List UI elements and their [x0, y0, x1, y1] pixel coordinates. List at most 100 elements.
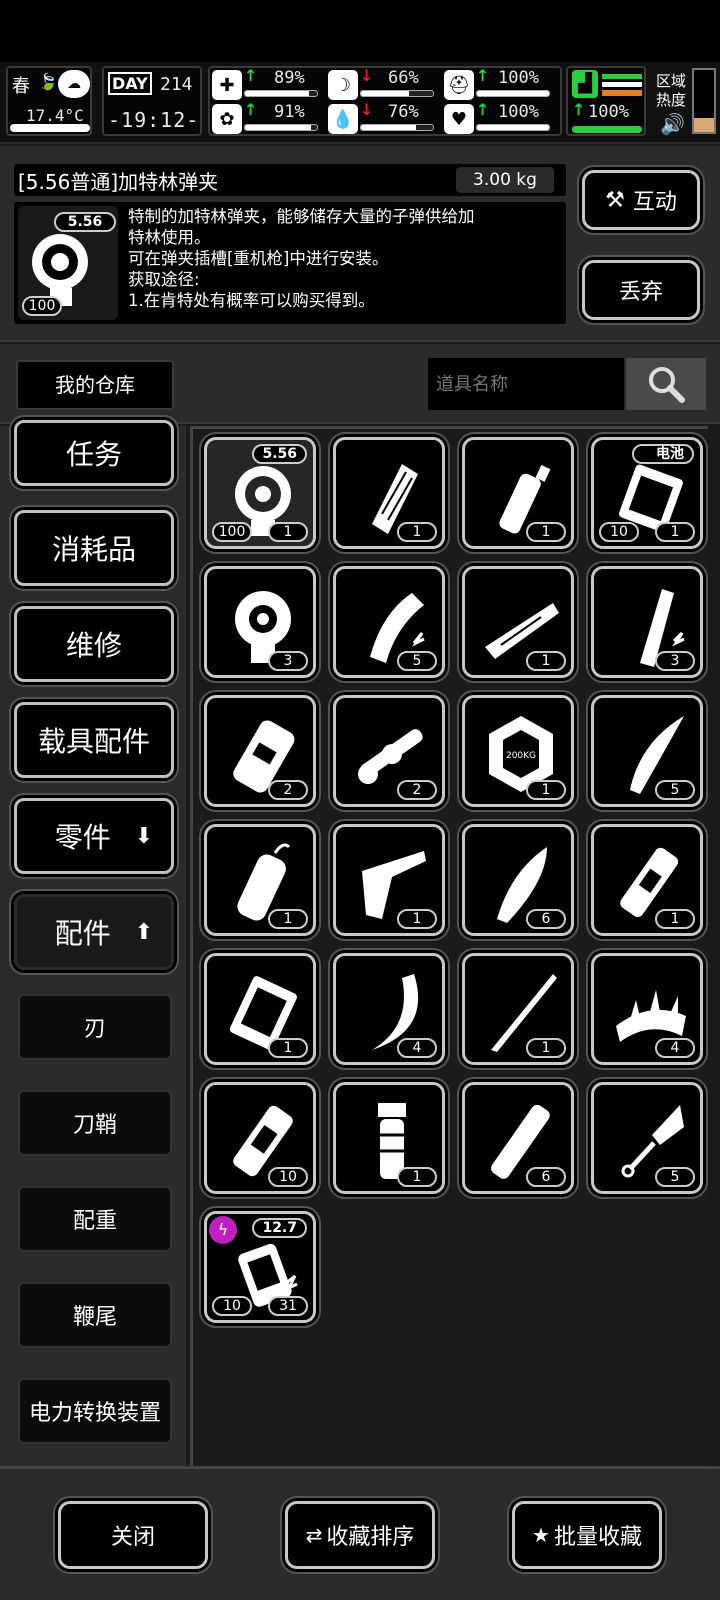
armor-value: 100%	[498, 68, 539, 88]
warehouse-tab[interactable]: 我的仓库	[16, 360, 174, 410]
trend-up-icon: ↑	[244, 100, 258, 119]
item-capacity: 10	[599, 522, 639, 542]
stomach-icon: ☽	[328, 70, 358, 100]
category-label: 配件	[54, 917, 111, 950]
category-consumables[interactable]: 消耗品	[14, 510, 174, 586]
subcategory-blade[interactable]: 刃	[18, 994, 172, 1060]
inventory-slot[interactable]: 1	[204, 953, 316, 1065]
inventory-slot[interactable]: 电池 10 1	[591, 437, 703, 549]
caliber-tag: 5.56	[252, 444, 307, 464]
mood-bar	[476, 124, 550, 131]
category-repair[interactable]: 维修	[14, 606, 174, 682]
inventory-slot[interactable]: 4	[591, 953, 703, 1065]
mood-value: 100%	[498, 102, 539, 122]
brain-icon: ✿	[212, 104, 242, 134]
inventory-slot[interactable]: 3	[204, 566, 316, 678]
category-attachments[interactable]: 配件 ⬆	[14, 894, 174, 970]
thirst-value: 76%	[388, 102, 419, 122]
inventory-slot[interactable]: 5	[591, 1082, 703, 1194]
speaker-icon[interactable]: 🔊	[660, 112, 685, 136]
item-preview: 5.56 100	[18, 206, 118, 320]
item-count: 1	[526, 651, 566, 671]
inventory-slot[interactable]: 5	[591, 695, 703, 807]
item-count: 6	[526, 909, 566, 929]
health-value: 89%	[274, 68, 305, 88]
mental-bar-fill	[245, 125, 311, 130]
item-description: 特制的加特林弹夹，能够储存大量的子弹供给加 特林使用。 可在弹夹插槽[重机枪]中…	[128, 206, 560, 311]
mental-bar	[244, 124, 318, 131]
favorite-sort-button[interactable]: ⇄ 收藏排序	[285, 1501, 435, 1569]
item-count: 10	[268, 1167, 308, 1187]
swap-arrows-icon: ⇄	[305, 1523, 323, 1547]
inventory-slot[interactable]: 1	[462, 566, 574, 678]
inventory-slot[interactable]: 2	[204, 695, 316, 807]
health-bar	[244, 90, 318, 97]
inventory-slot[interactable]: 1	[333, 824, 445, 936]
inventory-slot[interactable]: 4	[333, 953, 445, 1065]
preview-count: 100	[22, 296, 62, 316]
discard-label: 丢弃	[618, 280, 663, 305]
caliber-tag: 12.7	[252, 1218, 307, 1238]
trend-down-icon: ↓	[360, 100, 374, 119]
batch-favorite-button[interactable]: ★ 批量收藏	[512, 1501, 662, 1569]
star-icon: ★	[532, 1523, 550, 1547]
category-label: 任务	[65, 438, 122, 471]
armor-bar-fill	[477, 91, 549, 96]
day-time-box: DAY 214 -19:12-	[102, 66, 202, 136]
stamina-bar	[572, 126, 642, 133]
category-tasks[interactable]: 任务	[14, 420, 174, 486]
item-count: 5	[655, 780, 695, 800]
inventory-slot[interactable]: 1	[333, 437, 445, 549]
inventory-slot[interactable]: 3	[591, 566, 703, 678]
inventory-slot[interactable]: 5	[333, 566, 445, 678]
item-count: 1	[526, 780, 566, 800]
inventory-slot[interactable]: 6	[462, 1082, 574, 1194]
subcategory-counterweight[interactable]: 配重	[18, 1186, 172, 1252]
search-button[interactable]	[626, 358, 706, 410]
category-components[interactable]: 零件 ⬇	[14, 798, 174, 874]
close-button[interactable]: 关闭	[58, 1501, 208, 1569]
inventory-slot[interactable]: 10	[204, 1082, 316, 1194]
item-capacity: 10	[212, 1296, 252, 1316]
inventory-slot[interactable]: ϟ 12.7 10 31	[204, 1211, 316, 1323]
favorite-sort-label: 收藏排序	[326, 1525, 415, 1550]
medkit-icon: ✚	[212, 70, 242, 100]
trend-up-icon: ↑	[244, 66, 258, 85]
inventory-slot[interactable]: 1	[333, 1082, 445, 1194]
item-title-bar: [5.56普通]加特林弹夹 3.00 kg	[14, 164, 566, 196]
zone-heat-label: 区域 热度	[656, 72, 687, 109]
heart-icon: ♥	[444, 104, 474, 134]
discard-button[interactable]: 丢弃	[582, 260, 700, 320]
season-weather-box: 春 🍃 ☁ 17.4°C	[6, 66, 92, 136]
boot-icon: ▟	[572, 70, 598, 98]
inventory-grid: 5.56 100 1 1 1 电池 10 1 3 5 1 3 2 2 200KG…	[190, 426, 708, 1466]
subcategory-label: 电力转换装置	[28, 1401, 161, 1426]
description-line: 特制的加特林弹夹，能够储存大量的子弹供给加	[128, 207, 475, 226]
status-panel: 春 🍃 ☁ 17.4°C DAY 214 -19:12- ✚ ↑ 89% ☽ ↓…	[0, 62, 720, 144]
stamina-value: 100%	[588, 102, 629, 122]
inventory-slot[interactable]: 1	[591, 824, 703, 936]
subcategory-whip-tail[interactable]: 鞭尾	[18, 1282, 172, 1348]
subcategory-power-converter[interactable]: 电力转换装置	[18, 1378, 172, 1444]
inventory-slot[interactable]: 1	[462, 953, 574, 1065]
inventory-slot[interactable]: 200KG 1	[462, 695, 574, 807]
inventory-slot[interactable]: 2	[333, 695, 445, 807]
subcategory-scabbard[interactable]: 刀鞘	[18, 1090, 172, 1156]
item-count: 1	[655, 522, 695, 542]
lightning-badge-icon: ϟ	[209, 1216, 237, 1244]
category-sidebar: 任务 消耗品 维修 载具配件 零件 ⬇ 配件 ⬆ 刃 刀鞘 配重 鞭尾 电力转换装置	[0, 420, 186, 1466]
armor-bar	[476, 90, 550, 97]
inventory-slot[interactable]: 5.56 100 1	[204, 437, 316, 549]
inventory-slot[interactable]: 6	[462, 824, 574, 936]
interact-button[interactable]: ⚒ 互动	[582, 170, 700, 230]
arrow-up-icon: ⬆	[134, 919, 154, 945]
svg-text:200KG: 200KG	[506, 751, 536, 761]
item-name-search-input[interactable]	[428, 358, 624, 410]
trend-up-icon: ↑	[476, 100, 490, 119]
inventory-slot[interactable]: 1	[204, 824, 316, 936]
category-vehicle-parts[interactable]: 载具配件	[14, 702, 174, 778]
zone-heat-meter	[692, 68, 716, 134]
cloud-icon: ☁	[58, 70, 90, 98]
item-count: 1	[397, 522, 437, 542]
inventory-slot[interactable]: 1	[462, 437, 574, 549]
